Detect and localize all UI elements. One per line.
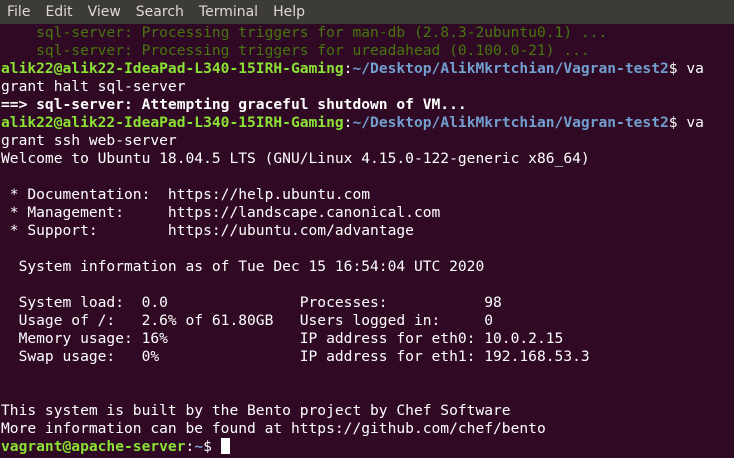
output-text: System information as of Tue Dec 15 16:5… bbox=[1, 258, 485, 275]
prompt-path: ~/Desktop/AlikMkrtchian/Vagran-test2 bbox=[352, 60, 669, 77]
menu-file[interactable]: File bbox=[0, 0, 38, 24]
menu-search[interactable]: Search bbox=[129, 0, 192, 24]
output-line: grant ssh web-server bbox=[1, 132, 733, 150]
output-text: grant ssh web-server bbox=[1, 132, 177, 149]
prompt-path: ~ bbox=[194, 438, 204, 455]
output-text: More information can be found at https:/… bbox=[1, 420, 546, 437]
prompt-line: vagrant@apache-server:~$ bbox=[1, 438, 733, 456]
output-line: Usage of /: 2.6% of 61.80GB Users logged… bbox=[1, 312, 733, 330]
prompt-dollar: $ bbox=[203, 438, 221, 455]
output-line: Memory usage: 16% IP address for eth0: 1… bbox=[1, 330, 733, 348]
prompt-line: alik22@alik22-IdeaPad-L340-15IRH-Gaming:… bbox=[1, 60, 733, 78]
output-line: Welcome to Ubuntu 18.04.5 LTS (GNU/Linux… bbox=[1, 150, 733, 168]
output-text: This system is built by the Bento projec… bbox=[1, 402, 511, 419]
menu-terminal[interactable]: Terminal bbox=[192, 0, 266, 24]
output-line: More information can be found at https:/… bbox=[1, 420, 733, 438]
output-text: sql-server: Processing triggers for man-… bbox=[1, 24, 608, 41]
output-text: grant halt sql-server bbox=[1, 78, 186, 95]
menu-help[interactable]: Help bbox=[266, 0, 313, 24]
output-line: grant halt sql-server bbox=[1, 78, 733, 96]
prompt-path: ~/Desktop/AlikMkrtchian/Vagran-test2 bbox=[352, 114, 669, 131]
output-line: ==> sql-server: Attempting graceful shut… bbox=[1, 96, 733, 114]
prompt-user: alik22@alik22-IdeaPad-L340-15IRH-Gaming bbox=[1, 114, 344, 131]
output-line: System information as of Tue Dec 15 16:5… bbox=[1, 258, 733, 276]
output-text: * Support: https://ubuntu.com/advantage bbox=[1, 222, 414, 239]
output-text: System load: 0.0 Processes: 98 bbox=[1, 294, 502, 311]
output-text: Usage of /: 2.6% of 61.80GB Users logged… bbox=[1, 312, 494, 329]
menubar: File Edit View Search Terminal Help bbox=[0, 0, 734, 24]
prompt-line: alik22@alik22-IdeaPad-L340-15IRH-Gaming:… bbox=[1, 114, 733, 132]
terminal-output[interactable]: sql-server: Processing triggers for man-… bbox=[1, 24, 733, 458]
menu-edit[interactable]: Edit bbox=[38, 0, 80, 24]
output-text: * Documentation: https://help.ubuntu.com bbox=[1, 186, 371, 203]
text-cursor bbox=[220, 438, 230, 454]
terminal-window: File Edit View Search Terminal Help sql-… bbox=[0, 0, 734, 458]
prompt-user: vagrant@apache-server bbox=[1, 438, 186, 455]
prompt-dollar: $ bbox=[668, 60, 687, 77]
output-text: Welcome to Ubuntu 18.04.5 LTS (GNU/Linux… bbox=[1, 150, 590, 167]
menu-view[interactable]: View bbox=[81, 0, 129, 24]
output-line: sql-server: Processing triggers for man-… bbox=[1, 24, 733, 42]
output-line: This system is built by the Bento projec… bbox=[1, 402, 733, 420]
output-line: Swap usage: 0% IP address for eth1: 192.… bbox=[1, 348, 733, 366]
output-line: System load: 0.0 Processes: 98 bbox=[1, 294, 733, 312]
prompt-user: alik22@alik22-IdeaPad-L340-15IRH-Gaming bbox=[1, 60, 344, 77]
output-text: Swap usage: 0% IP address for eth1: 192.… bbox=[1, 348, 590, 365]
output-text: * Management: https://landscape.canonica… bbox=[1, 204, 441, 221]
prompt-dollar: $ bbox=[668, 114, 687, 131]
prompt-command: va bbox=[686, 114, 704, 131]
output-line: * Support: https://ubuntu.com/advantage bbox=[1, 222, 733, 240]
output-text: sql-server: Processing triggers for urea… bbox=[1, 42, 590, 59]
output-line: * Management: https://landscape.canonica… bbox=[1, 204, 733, 222]
prompt-command: va bbox=[686, 60, 704, 77]
output-text: Memory usage: 16% IP address for eth0: 1… bbox=[1, 330, 564, 347]
prompt-separator: : bbox=[185, 438, 195, 455]
output-text: ==> sql-server: Attempting graceful shut… bbox=[1, 96, 467, 113]
output-line: sql-server: Processing triggers for urea… bbox=[1, 42, 733, 60]
output-line: * Documentation: https://help.ubuntu.com bbox=[1, 186, 733, 204]
